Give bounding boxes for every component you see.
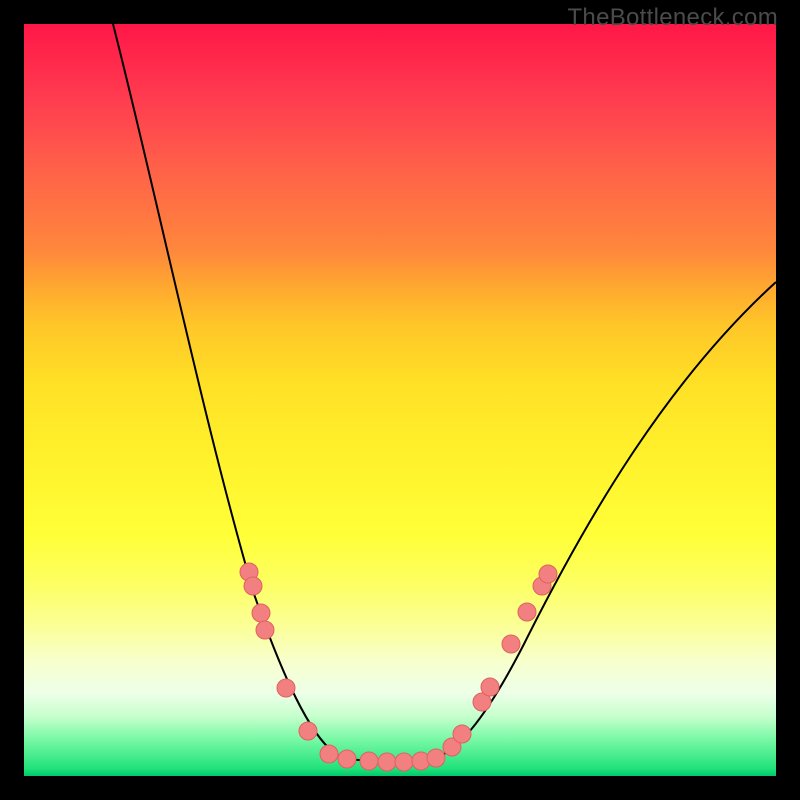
data-point <box>395 753 413 771</box>
data-point <box>320 745 338 763</box>
data-point <box>481 678 499 696</box>
data-point <box>502 635 520 653</box>
data-point <box>539 565 557 583</box>
data-point <box>277 679 295 697</box>
data-point <box>453 725 471 743</box>
data-point <box>360 752 378 770</box>
data-point <box>244 577 262 595</box>
data-points <box>240 563 557 771</box>
chart-svg <box>24 24 776 776</box>
data-point <box>378 753 396 771</box>
data-point <box>256 621 274 639</box>
bottleneck-curve <box>113 24 776 761</box>
data-point <box>338 750 356 768</box>
data-point <box>252 604 270 622</box>
data-point <box>427 749 445 767</box>
data-point <box>518 603 536 621</box>
data-point <box>299 722 317 740</box>
